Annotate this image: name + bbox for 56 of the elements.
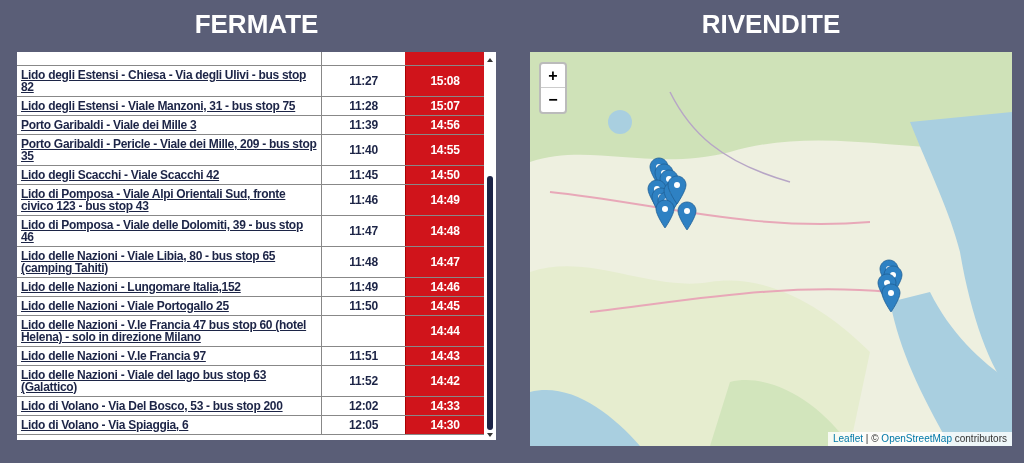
table-cell: 14:55 — [405, 135, 484, 165]
table-cell-text: 11:39 — [348, 117, 379, 134]
table-cell-text: 11:40 — [348, 142, 379, 159]
map-pin-cluster-drawing[interactable] — [646, 156, 698, 232]
section-title: FERMATE — [194, 8, 319, 40]
map-pin-cluster-drawing[interactable] — [876, 258, 904, 314]
table-cell: 15:08 — [405, 66, 484, 96]
stop-link[interactable]: Lido degli Estensi - Viale Manzoni, 31 - bus stop 75 — [21, 100, 317, 112]
scrollbar-thumb[interactable] — [487, 176, 493, 430]
table-cell-text: 12:05 — [347, 417, 380, 434]
stop-link[interactable]: Lido di Volano - Via Spiaggia, 6 — [21, 419, 317, 431]
table-cell: 14:56 — [405, 116, 484, 134]
stop-link[interactable]: Lido delle Nazioni - V.le Francia 97 — [21, 350, 317, 362]
table-cell: 14:42 — [405, 366, 484, 396]
stop-link[interactable]: Porto Garibaldi - Pericle - Viale dei Mille, 209 - bus stop 35 — [21, 138, 317, 162]
scroll-down-icon[interactable] — [486, 431, 494, 439]
stop-link[interactable]: Lido delle Nazioni - Viale Portogallo 25 — [21, 300, 317, 312]
stop-link[interactable]: Lido degli Estensi - Chiesa - Via degli Ulivi - bus stop 82 — [21, 69, 317, 93]
table-cell-text: 11:27 — [348, 73, 379, 90]
stop-link[interactable]: Lido di Pomposa - Viale delle Dolomiti, 39 - bus stop 46 — [21, 219, 317, 243]
leaflet-link[interactable]: Leaflet — [833, 433, 864, 444]
table-cell-text: 11:45 — [348, 167, 379, 184]
table-cell-text: 11:46 — [348, 192, 379, 209]
table-cell: 14:47 — [405, 247, 484, 277]
stop-link[interactable]: Lido delle Nazioni - V.le Francia 47 bus stop 60 (hotel Helena) - solo in direzione Milano — [21, 319, 317, 343]
stop-link[interactable]: Lido delle Nazioni - Viale del lago bus stop 63 (Galattico) — [21, 369, 317, 393]
table-cell: 14:33 — [405, 397, 484, 415]
table-cell-text: 11:47 — [348, 223, 379, 240]
stop-link[interactable]: Porto Garibaldi - Viale dei Mille 3 — [21, 119, 317, 131]
stop-link[interactable]: Lido di Pomposa - Viale Alpi Orientali Sud, fronte civico 123 - bus stop 43 — [21, 188, 317, 212]
zoom-out-button[interactable]: − — [541, 88, 565, 112]
zoom-in-button[interactable]: + — [541, 64, 565, 88]
map-attribution: Leaflet | © OpenStreetMap contributors — [828, 432, 1012, 446]
table-cell: 14:50 — [405, 166, 484, 184]
openstreetmap-link[interactable]: OpenStreetMap — [881, 433, 952, 444]
table-cell: 14:43 — [405, 347, 484, 365]
table-cell-text: 11:50 — [348, 298, 379, 315]
table-cell: 14:46 — [405, 278, 484, 296]
section-title: RIVENDITE — [701, 8, 841, 40]
table-cell: 14:30 — [405, 416, 484, 434]
table-cell-text: 11:51 — [348, 348, 379, 365]
stop-link[interactable]: Lido degli Scacchi - Viale Scacchi 42 — [21, 169, 317, 181]
table-cell-text: 11:49 — [348, 279, 379, 296]
table-cell: 14:49 — [405, 185, 484, 215]
table-cell-text: 11:28 — [348, 98, 379, 115]
table-cell: 14:45 — [405, 297, 484, 315]
table-cell: 14:48 — [405, 216, 484, 246]
table-cell-text: 11:48 — [348, 254, 379, 271]
table-cell-text: 12:02 — [347, 398, 380, 415]
table-cell: 15:07 — [405, 97, 484, 115]
table-cell-text: 11:52 — [348, 373, 379, 390]
stop-link[interactable]: Lido di Volano - Via Del Bosco, 53 - bus stop 200 — [21, 400, 317, 412]
stop-link[interactable]: Lido delle Nazioni - Lungomare Italia,152 — [21, 281, 317, 293]
table-cell: 14:44 — [405, 316, 484, 346]
scroll-up-icon[interactable] — [486, 56, 494, 64]
stop-link[interactable]: Lido delle Nazioni - Viale Libia, 80 - bus stop 65 (camping Tahiti) — [21, 250, 317, 274]
